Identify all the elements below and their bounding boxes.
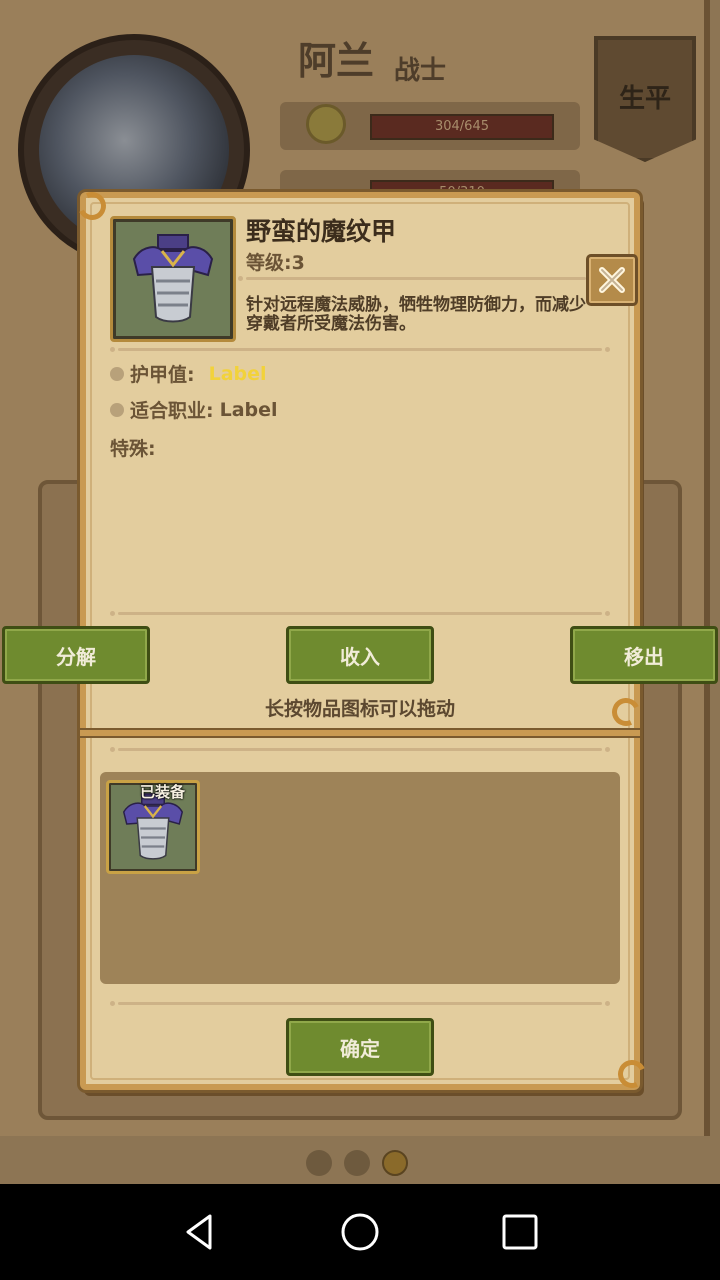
divider <box>238 276 594 281</box>
store-button-label: 收入 <box>340 644 380 669</box>
job-value: Label <box>219 398 278 421</box>
close-button[interactable] <box>586 254 638 306</box>
decompose-button[interactable]: 分解 <box>2 626 150 684</box>
job-stat-row: 适合职业: Label <box>110 396 278 423</box>
recent-square-icon[interactable] <box>496 1208 544 1256</box>
remove-button[interactable]: 移出 <box>570 626 718 684</box>
item-description: 针对远程魔法威胁，牺牲物理防御力，而减少穿戴者所受魔法伤害。 <box>246 295 586 334</box>
bullet-icon <box>110 366 124 381</box>
store-button[interactable]: 收入 <box>286 626 434 684</box>
divider <box>110 1001 610 1006</box>
confirm-button-label: 确定 <box>340 1036 380 1061</box>
back-triangle-icon[interactable] <box>176 1208 224 1256</box>
remove-button-label: 移出 <box>624 644 664 669</box>
bullet-icon <box>110 402 124 417</box>
job-label: 适合职业: <box>130 400 214 422</box>
armor-icon <box>132 234 214 323</box>
divider <box>110 347 610 352</box>
system-nav-bar <box>0 1184 720 1280</box>
divider <box>110 747 610 752</box>
decompose-button-label: 分解 <box>56 644 96 669</box>
close-icon <box>599 267 625 293</box>
hero-class: 战士 <box>394 56 447 86</box>
home-circle-icon[interactable] <box>336 1208 384 1256</box>
item-name: 野蛮的魔纹甲 <box>246 217 397 246</box>
special-label: 特殊: <box>110 438 156 460</box>
career-tab[interactable]: 生平 <box>594 36 696 162</box>
divider <box>110 611 610 616</box>
page-dot[interactable] <box>306 1150 332 1176</box>
hero-name: 阿兰 <box>298 39 375 83</box>
armor-value: Label <box>208 362 267 385</box>
armor-stat-row: 护甲值: Label <box>110 360 267 387</box>
page-indicator <box>306 1150 408 1176</box>
career-tab-label: 生平 <box>618 84 671 114</box>
armor-label: 护甲值: <box>130 364 195 386</box>
item-level: 等级:3 <box>246 252 305 274</box>
item-icon-frame[interactable] <box>110 216 236 342</box>
hp-bar: 304/645 <box>370 114 554 140</box>
equipped-badge: 已装备 <box>140 783 186 801</box>
page-dot-active[interactable] <box>382 1150 408 1176</box>
confirm-button[interactable]: 确定 <box>286 1018 434 1076</box>
drag-hint: 长按物品图标可以拖动 <box>264 698 455 720</box>
popup-section-divider <box>80 728 640 738</box>
page-dot[interactable] <box>344 1150 370 1176</box>
medal-icon <box>306 104 346 144</box>
